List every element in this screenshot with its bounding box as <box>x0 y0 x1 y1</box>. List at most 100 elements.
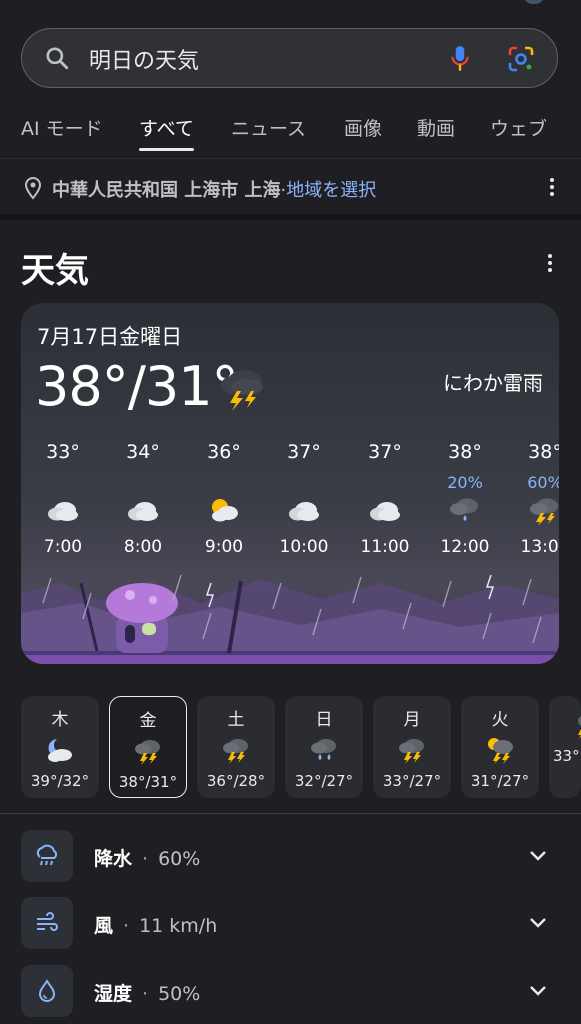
daily-forecast-item[interactable]: 金 38°/31° <box>109 696 187 798</box>
location-pin-icon <box>24 176 42 200</box>
search-tabs: AI モード すべて ニュース 画像 動画 ウェブ <box>0 106 581 152</box>
daily-forecast-item[interactable]: 木 39°/32° <box>21 696 99 798</box>
hourly-forecast-item[interactable]: 33° 7:00 <box>28 441 98 557</box>
detail-separator: · <box>123 915 130 937</box>
daily-day: 木 <box>51 710 69 730</box>
location-bar: 中華人民共和国 上海市 上海·地域を選択 <box>0 158 581 215</box>
section-divider <box>0 214 581 220</box>
weather-card: 7月17日金曜日 38°/31° にわか雷雨 33° 7:00 34° 8:00… <box>21 303 559 664</box>
detail-value: 60% <box>158 848 201 870</box>
thunderstorm-icon <box>135 740 160 765</box>
hourly-temp: 38° <box>528 441 559 463</box>
hourly-time: 12:00 <box>440 537 490 557</box>
partly-sunny-icon <box>212 499 238 522</box>
weather-more-icon[interactable] <box>547 254 553 274</box>
weather-animation-scene <box>21 574 559 664</box>
daily-forecast-item[interactable]: 日 32°/27° <box>285 696 363 798</box>
hourly-temp: 34° <box>126 441 160 463</box>
daily-temps: 32°/27° <box>294 772 354 790</box>
weather-title: 天気 <box>21 251 89 291</box>
precipitation-icon-box <box>21 830 73 882</box>
daily-temps: 39°/32° <box>30 772 90 790</box>
hourly-precip <box>28 473 98 495</box>
hourly-forecast-item[interactable]: 38° 60% 13:00 <box>510 441 560 557</box>
detail-separator: · <box>142 848 149 870</box>
location-more-icon[interactable] <box>549 178 555 198</box>
cloudy-icon <box>289 502 319 521</box>
row-divider <box>0 813 581 814</box>
search-input[interactable]: 明日の天気 <box>89 43 199 75</box>
chevron-down-icon[interactable] <box>529 915 547 929</box>
detail-value: 11 km/h <box>139 915 218 937</box>
hourly-precip <box>189 473 259 495</box>
cloudy-icon <box>370 502 400 521</box>
humidity-row[interactable]: 湿度 · 50% <box>21 965 561 1017</box>
daily-day: 土 <box>227 710 245 730</box>
hourly-time: 11:00 <box>360 537 410 557</box>
humidity-icon <box>38 979 56 1002</box>
hourly-time: 9:00 <box>204 537 244 557</box>
daily-day: 火 <box>491 710 509 730</box>
detail-label: 湿度 <box>94 983 133 1005</box>
daily-forecast-item[interactable]: 月 33°/27° <box>373 696 451 798</box>
hourly-temp: 33° <box>46 441 80 463</box>
hourly-precip: 20% <box>447 473 483 492</box>
thunderstorm-icon <box>221 370 263 411</box>
hourly-time: 10:00 <box>279 537 329 557</box>
precipitation-icon <box>36 844 58 866</box>
thunderstorm-icon <box>223 739 248 764</box>
search-bar[interactable]: 明日の天気 <box>21 28 558 88</box>
hourly-forecast-item[interactable]: 34° 8:00 <box>108 441 178 557</box>
daily-temps: 31°/27° <box>470 772 530 790</box>
daily-temps: 38°/31° <box>118 773 178 791</box>
precipitation-text: 降水 · 60% <box>94 844 200 871</box>
chevron-down-icon[interactable] <box>529 983 547 997</box>
wind-row[interactable]: 風 · 11 km/h <box>21 897 561 949</box>
status-strip <box>0 0 581 16</box>
hourly-forecast-item[interactable]: 37° 11:00 <box>350 441 420 557</box>
tab-images[interactable]: 画像 <box>344 114 382 141</box>
avatar[interactable] <box>523 0 545 4</box>
select-region-link[interactable]: 地域を選択 <box>286 180 376 201</box>
daily-forecast-item[interactable]: 火 31°/27° <box>461 696 539 798</box>
detail-separator: · <box>142 983 149 1005</box>
tab-ai-mode[interactable]: AI モード <box>21 114 103 141</box>
location-text: 中華人民共和国 上海市 上海·地域を選択 <box>52 176 376 202</box>
hourly-temp: 37° <box>368 441 402 463</box>
daily-day: 月 <box>403 710 421 730</box>
tab-all[interactable]: すべて <box>139 114 194 151</box>
hourly-precip <box>350 473 420 495</box>
hourly-forecast-item[interactable]: 38° 20% 12:00 <box>430 441 500 557</box>
sun-thunderstorm-icon <box>488 738 513 764</box>
wind-icon <box>37 912 58 931</box>
weather-date: 7月17日金曜日 <box>37 325 183 349</box>
daily-forecast-item[interactable]: 土 36°/28° <box>197 696 275 798</box>
hourly-forecast-item[interactable]: 37° 10:00 <box>269 441 339 557</box>
moon-cloud-icon <box>48 739 72 762</box>
wind-icon-box <box>21 897 73 949</box>
location-place: 中華人民共和国 上海市 上海 <box>52 180 281 201</box>
thunderstorm-icon <box>399 739 424 764</box>
chevron-down-icon[interactable] <box>529 848 547 862</box>
precipitation-row[interactable]: 降水 · 60% <box>21 830 561 882</box>
cloudy-icon <box>128 502 158 521</box>
tab-news[interactable]: ニュース <box>231 114 306 141</box>
hourly-forecast-item[interactable]: 36° 9:00 <box>189 441 259 557</box>
hourly-temp: 36° <box>207 441 241 463</box>
tab-videos[interactable]: 動画 <box>417 114 455 141</box>
wind-text: 風 · 11 km/h <box>94 911 217 938</box>
detail-label: 降水 <box>94 848 133 870</box>
detail-value: 50% <box>158 983 201 1005</box>
detail-label: 風 <box>94 915 114 937</box>
daily-day: 日 <box>315 710 333 730</box>
search-icon <box>46 47 69 70</box>
microphone-icon[interactable] <box>447 44 473 74</box>
tab-web[interactable]: ウェブ <box>490 114 547 141</box>
hourly-precip <box>108 473 178 495</box>
hourly-time: 7:00 <box>43 537 83 557</box>
humidity-icon-box <box>21 965 73 1017</box>
weather-condition: にわか雷雨 <box>443 371 543 395</box>
daily-forecast-item[interactable]: 33° <box>549 696 581 798</box>
humidity-text: 湿度 · 50% <box>94 979 200 1006</box>
google-lens-icon[interactable] <box>507 45 535 73</box>
